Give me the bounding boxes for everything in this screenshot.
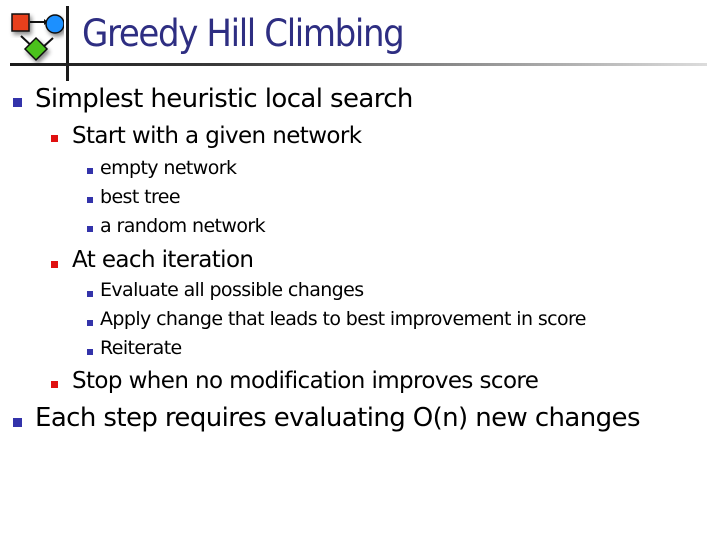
bullet-level3: Evaluate all possible changes [100, 279, 364, 301]
bullet-level2: At each iteration [72, 247, 254, 273]
title-horizontal-rule [10, 63, 707, 66]
bullet-marker [51, 381, 58, 388]
bullet-marker [87, 291, 93, 297]
bullet-marker [87, 226, 93, 232]
bullet-marker [87, 168, 93, 174]
bullet-marker [51, 135, 58, 142]
bullet-marker [87, 197, 93, 203]
bullet-level2: Stop when no modification improves score [72, 368, 539, 394]
network-graph-icon [11, 13, 64, 62]
bullet-level3: best tree [100, 186, 181, 208]
bullet-level3: Apply change that leads to best improvem… [100, 308, 586, 330]
bullet-marker [87, 320, 93, 326]
bullet-marker [51, 261, 58, 268]
bullet-level3: empty network [100, 157, 237, 179]
bullet-level1: Each step requires evaluating O(n) new c… [35, 403, 641, 433]
bullet-marker [13, 418, 22, 427]
bullet-level1: Simplest heuristic local search [35, 84, 413, 114]
bullet-level3: a random network [100, 215, 266, 237]
bullet-marker [87, 349, 93, 355]
bullet-marker [13, 98, 22, 107]
title-vertical-rule [66, 6, 69, 81]
bullet-level3: Reiterate [100, 337, 182, 359]
slide-title: Greedy Hill Climbing [82, 12, 405, 55]
bullet-level2: Start with a given network [72, 123, 362, 149]
